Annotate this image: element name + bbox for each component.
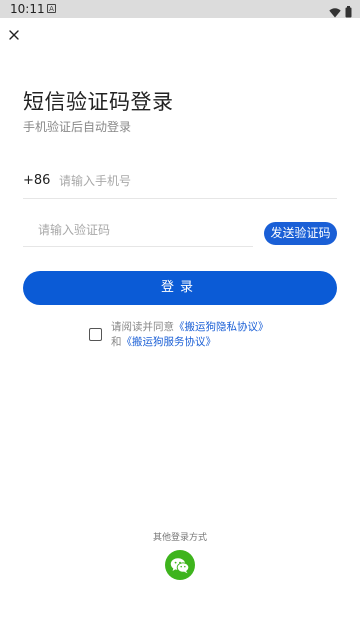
other-login-label: 其他登录方式 [152, 533, 207, 543]
status-icons [329, 3, 352, 22]
a-badge-icon: A [47, 4, 56, 13]
close-button[interactable] [6, 27, 22, 43]
status-time: 10:11 [10, 2, 45, 16]
agreement-and: 和 [111, 336, 122, 348]
wechat-login-button[interactable] [165, 550, 195, 580]
code-row [23, 212, 253, 247]
service-link[interactable]: 《搬运狗服务协议》 [122, 336, 217, 348]
agreement-text: 请阅读并同意《搬运狗隐私协议》 和《搬运狗服务协议》 [111, 320, 269, 350]
privacy-link[interactable]: 《搬运狗隐私协议》 [174, 321, 269, 333]
close-icon [9, 30, 19, 40]
battery-icon [345, 3, 352, 22]
phone-row: +86 [23, 162, 337, 199]
code-input[interactable] [38, 217, 248, 243]
wifi-icon [329, 3, 341, 22]
agreement-prefix: 请阅读并同意 [111, 321, 174, 333]
page-title: 短信验证码登录 [23, 90, 174, 114]
country-code[interactable]: +86 [23, 173, 50, 188]
status-bar: 10:11 A [0, 0, 360, 18]
agreement-checkbox[interactable] [89, 328, 102, 341]
send-code-button[interactable]: 发送验证码 [264, 222, 337, 245]
phone-input[interactable] [59, 168, 329, 194]
login-button[interactable]: 登录 [23, 271, 337, 305]
wechat-icon [170, 557, 190, 573]
page-subtitle: 手机验证后自动登录 [23, 120, 132, 134]
